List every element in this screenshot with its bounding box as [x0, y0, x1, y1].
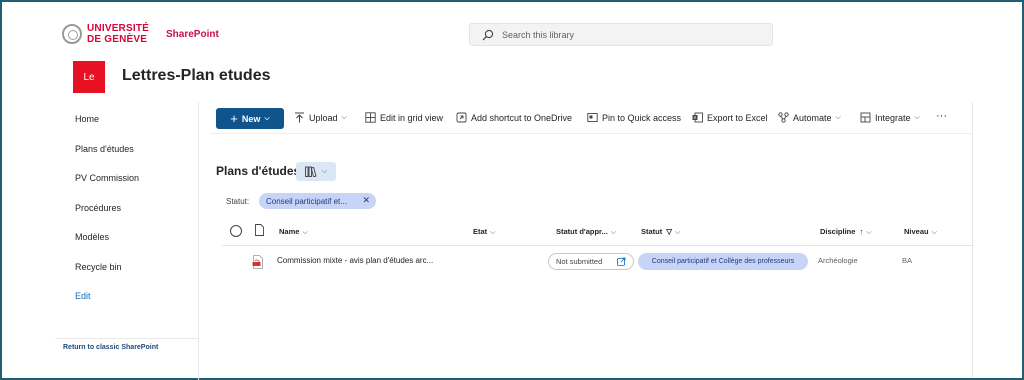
- shortcut-icon: [456, 112, 467, 123]
- sharepoint-app-name[interactable]: SharePoint: [166, 29, 219, 40]
- view-title: Plans d'études: [216, 164, 301, 178]
- nav-divider: [55, 338, 199, 339]
- approval-status-text: Not submitted: [556, 257, 603, 266]
- export-excel-button[interactable]: X Export to Excel: [692, 112, 768, 123]
- chevron-down-icon: ⌵: [610, 229, 617, 236]
- column-header-discipline[interactable]: Discipline ↑ ⌵: [820, 227, 872, 237]
- svg-text:X: X: [693, 115, 696, 120]
- list-header-row: Name ⌵ Etat ⌵ Statut d'appr... ⌵ Statut ▽ ⌵ D…: [222, 218, 974, 246]
- chevron-down-icon: ⌵: [490, 229, 496, 236]
- nav-item-plans-etudes[interactable]: Plans d'études: [75, 144, 134, 154]
- column-header-niveau[interactable]: Niveau ⌵: [904, 227, 937, 237]
- approval-status-pill[interactable]: Not submitted: [548, 253, 634, 270]
- column-discipline-label: Discipline: [820, 227, 856, 236]
- search-icon: [482, 29, 494, 40]
- view-switcher-button[interactable]: ⌵: [296, 162, 336, 181]
- nav-item-home[interactable]: Home: [75, 114, 99, 124]
- edit-grid-view-label: Edit in grid view: [380, 112, 444, 123]
- integrate-label: Integrate: [875, 112, 911, 123]
- automate-label: Automate: [793, 112, 832, 123]
- university-line1: UNIVERSITÉ: [87, 23, 150, 34]
- column-header-name[interactable]: Name ⌵: [279, 227, 308, 237]
- plus-icon: +: [230, 111, 238, 126]
- edit-grid-view-button[interactable]: Edit in grid view: [365, 112, 443, 123]
- open-external-icon: [617, 257, 626, 266]
- new-button[interactable]: + New ⌵: [216, 108, 284, 129]
- left-navigation: Home Plans d'études PV Commission Procéd…: [55, 102, 199, 380]
- niveau-cell: BA: [902, 256, 913, 265]
- upload-icon: [295, 112, 304, 123]
- search-box[interactable]: [469, 23, 773, 46]
- table-row[interactable]: Commission mixte - avis plan d'études ar…: [222, 246, 974, 276]
- filter-icon: ▽: [666, 227, 673, 236]
- automate-icon: [778, 112, 789, 123]
- university-seal-icon: [62, 24, 82, 44]
- chevron-down-icon: ⌵: [264, 114, 270, 122]
- return-to-classic-link[interactable]: Return to classic SharePoint: [63, 344, 158, 351]
- chevron-down-icon: ⌵: [321, 167, 328, 175]
- university-line2: DE GENÈVE: [87, 34, 148, 45]
- column-header-etat[interactable]: Etat ⌵: [473, 227, 495, 237]
- library-icon: [304, 166, 317, 177]
- nav-item-recycle-bin[interactable]: Recycle bin: [75, 262, 122, 272]
- filter-label: Statut:: [226, 197, 250, 206]
- select-all-checkbox[interactable]: [230, 225, 242, 237]
- chevron-down-icon: ⌵: [931, 229, 937, 236]
- discipline-cell: Archéologie: [818, 256, 858, 265]
- grid-view-icon: [365, 112, 376, 123]
- add-shortcut-label: Add shortcut to OneDrive: [471, 112, 573, 123]
- pdf-file-icon: [252, 255, 263, 269]
- chevron-down-icon: ⌵: [341, 113, 347, 121]
- add-shortcut-button[interactable]: Add shortcut to OneDrive: [456, 112, 572, 123]
- chevron-down-icon: ⌵: [835, 113, 841, 121]
- column-niveau-label: Niveau: [904, 227, 929, 236]
- university-logo[interactable]: UNIVERSITÉ DE GENÈVE: [62, 23, 149, 45]
- close-icon[interactable]: ✕: [362, 195, 370, 206]
- column-etat-label: Etat: [473, 227, 488, 236]
- statut-pill: Conseil participatif et Collège des prof…: [638, 253, 808, 270]
- nav-item-procedures[interactable]: Procédures: [75, 203, 121, 213]
- column-header-statut[interactable]: Statut ▽ ⌵: [641, 227, 680, 237]
- site-logo-tile[interactable]: Le: [73, 61, 105, 93]
- automate-button[interactable]: Automate ⌵: [778, 112, 841, 123]
- column-statut-appr-label: Statut d'appr...: [556, 227, 608, 236]
- nav-item-pv-commission[interactable]: PV Commission: [75, 173, 139, 183]
- filter-pill-statut[interactable]: Conseil participatif et... ✕: [259, 193, 376, 209]
- upload-label: Upload: [309, 112, 338, 123]
- chevron-down-icon: ⌵: [914, 113, 920, 121]
- column-statut-label: Statut: [641, 227, 663, 236]
- new-button-label: New: [241, 113, 261, 124]
- chevron-down-icon: ⌵: [302, 229, 308, 236]
- site-title[interactable]: Lettres-Plan etudes: [122, 67, 270, 85]
- upload-button[interactable]: Upload ⌵: [294, 112, 347, 123]
- command-bar: + New ⌵ Upload ⌵ Edit in grid view Add s…: [210, 104, 974, 134]
- export-excel-label: Export to Excel: [707, 112, 768, 123]
- pin-quick-access-button[interactable]: Pin to Quick access: [587, 112, 681, 123]
- nav-edit-link[interactable]: Edit: [75, 291, 91, 301]
- search-input[interactable]: [502, 29, 742, 40]
- filter-pill-text: Conseil participatif et...: [266, 196, 347, 206]
- sort-ascending-icon: ↑: [859, 227, 864, 236]
- pin-quick-access-label: Pin to Quick access: [602, 112, 682, 123]
- integrate-icon: [860, 112, 871, 123]
- more-options-button[interactable]: ···: [936, 110, 947, 122]
- column-header-statut-approbation[interactable]: Statut d'appr... ⌵: [556, 227, 616, 237]
- pin-icon: [587, 113, 598, 122]
- file-name-link[interactable]: Commission mixte - avis plan d'études ar…: [277, 256, 433, 265]
- excel-icon: X: [692, 112, 703, 123]
- column-name-label: Name: [279, 227, 300, 236]
- chevron-down-icon: ⌵: [866, 229, 872, 236]
- chevron-down-icon: ⌵: [675, 229, 681, 236]
- file-type-icon: [255, 224, 264, 236]
- university-wordmark: UNIVERSITÉ DE GENÈVE: [87, 23, 149, 45]
- nav-item-modeles[interactable]: Modèles: [75, 232, 109, 242]
- integrate-button[interactable]: Integrate ⌵: [860, 112, 920, 123]
